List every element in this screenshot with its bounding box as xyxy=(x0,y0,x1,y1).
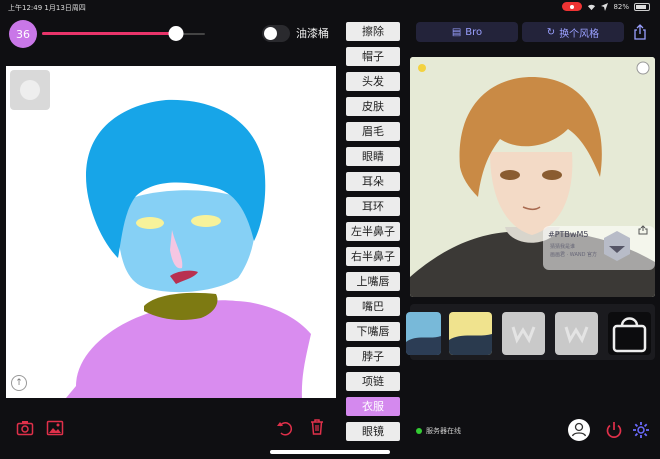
slider-fill xyxy=(42,32,176,35)
paint-bucket-label: 油漆桶 xyxy=(296,27,329,40)
part-button[interactable]: 衣服 xyxy=(346,397,400,416)
trash-icon[interactable] xyxy=(308,418,326,436)
wifi-icon xyxy=(588,4,596,10)
style-thumbnail[interactable] xyxy=(502,312,545,355)
battery-icon xyxy=(634,2,650,11)
brush-size-indicator[interactable]: 36 xyxy=(9,20,37,48)
image-icon[interactable] xyxy=(46,419,64,437)
upload-icon[interactable]: ↑ xyxy=(11,375,27,391)
share-icon[interactable] xyxy=(632,24,648,40)
part-button[interactable]: 耳朵 xyxy=(346,172,400,191)
server-status: 服务器在线 xyxy=(416,426,461,436)
logo-icon xyxy=(604,231,630,261)
bro-button[interactable]: ▤ Bro xyxy=(416,22,518,42)
part-button[interactable]: 眼镜 xyxy=(346,422,400,441)
part-button[interactable]: 左半鼻子 xyxy=(346,222,400,241)
generated-portrait: #PTBwM5 猜猜我是谁 画画君 · WAND 官方 xyxy=(410,57,655,297)
gear-icon[interactable] xyxy=(632,421,650,439)
undo-icon[interactable] xyxy=(276,419,294,437)
camera-icon[interactable] xyxy=(16,419,34,437)
part-button[interactable]: 右半鼻子 xyxy=(346,247,400,266)
location-icon xyxy=(601,2,609,11)
drawing-canvas[interactable]: ↑ xyxy=(6,66,336,398)
style-thumbnails xyxy=(406,304,655,360)
part-button[interactable]: 头发 xyxy=(346,72,400,91)
paint-bucket-toggle[interactable] xyxy=(262,25,290,42)
part-button[interactable]: 眼睛 xyxy=(346,147,400,166)
reference-thumbnail[interactable] xyxy=(10,70,50,110)
style-thumbnail[interactable] xyxy=(555,312,598,355)
slider-thumb[interactable] xyxy=(168,26,184,41)
status-bar: 上午12:49 1月13日周四 82% xyxy=(0,0,660,14)
watermark-id: #PTBwM5 xyxy=(548,230,589,239)
bro-icon: ▤ xyxy=(451,26,462,38)
part-button[interactable]: 脖子 xyxy=(346,347,400,366)
part-button[interactable]: 帽子 xyxy=(346,47,400,66)
user-icon[interactable] xyxy=(568,419,590,441)
part-button[interactable]: 眉毛 xyxy=(346,122,400,141)
part-button[interactable]: 上嘴唇 xyxy=(346,272,400,291)
battery-percent: 82% xyxy=(613,2,629,11)
part-button[interactable]: 耳环 xyxy=(346,197,400,216)
part-button[interactable]: 项链 xyxy=(346,372,400,391)
brush-size-slider[interactable] xyxy=(42,26,205,41)
power-icon[interactable] xyxy=(605,421,623,439)
status-dot-icon xyxy=(416,428,422,434)
refresh-icon: ↻ xyxy=(546,26,556,38)
part-button[interactable]: 下嘴唇 xyxy=(346,322,400,341)
parts-list: 擦除帽子头发皮肤眉毛眼睛耳朵耳环左半鼻子右半鼻子上嘴唇嘴巴下嘴唇脖子项链衣服眼镜 xyxy=(346,22,400,447)
drawing-strokes xyxy=(66,99,311,398)
change-style-button[interactable]: ↻ 换个风格 xyxy=(522,22,624,42)
part-button[interactable]: 擦除 xyxy=(346,22,400,41)
style-thumbnail[interactable] xyxy=(449,312,492,355)
home-indicator xyxy=(270,450,390,454)
shopping-bag-icon[interactable] xyxy=(608,312,651,355)
watermark-line-1: 猜猜我是谁 xyxy=(550,244,576,250)
watermark-line-2: 画画君 · WAND 官方 xyxy=(550,252,598,258)
result-share-icon[interactable] xyxy=(638,225,648,235)
status-time: 上午12:49 1月13日周四 xyxy=(8,4,86,12)
part-button[interactable]: 嘴巴 xyxy=(346,297,400,316)
part-button[interactable]: 皮肤 xyxy=(346,97,400,116)
screen-record-icon xyxy=(562,2,583,11)
style-thumbnail[interactable] xyxy=(406,312,441,355)
